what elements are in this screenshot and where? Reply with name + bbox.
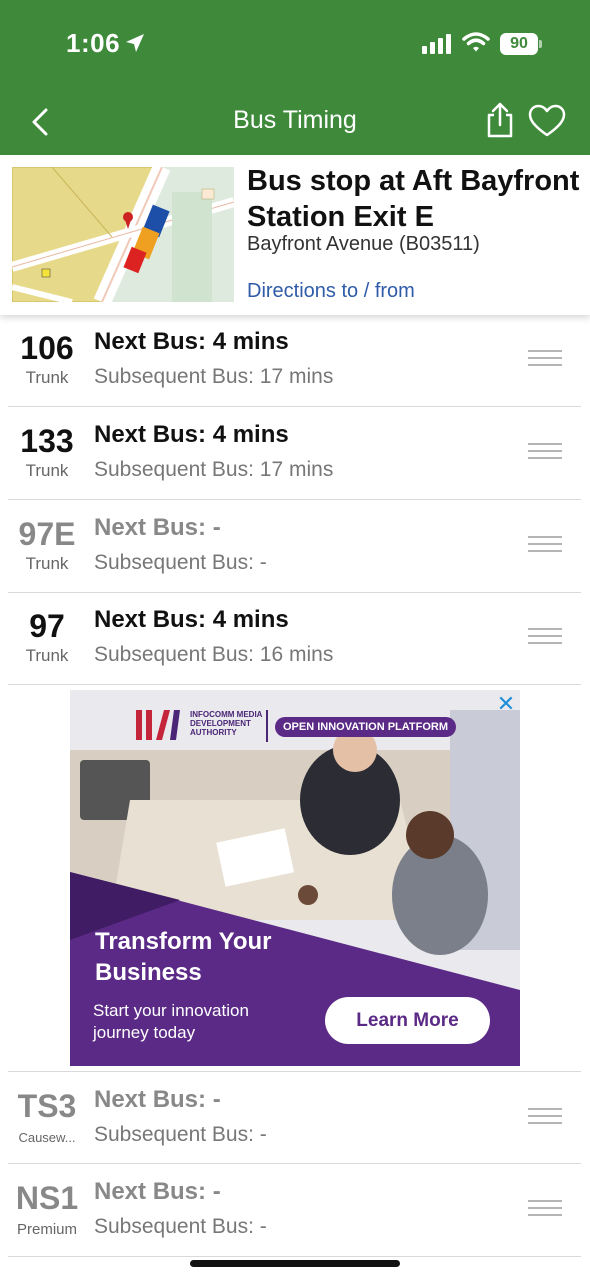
home-indicator[interactable] [190, 1260, 400, 1267]
learn-more-button[interactable]: Learn More [325, 997, 490, 1044]
next-bus-time: Next Bus: 4 mins [94, 328, 289, 355]
next-bus-time: Next Bus: - [94, 1086, 221, 1113]
battery-level: 90 [500, 33, 538, 55]
next-bus-time: Next Bus: 4 mins [94, 421, 289, 448]
drag-handle-icon[interactable] [528, 350, 562, 368]
drag-handle-icon[interactable] [528, 1108, 562, 1126]
service-number: 106 [20, 330, 74, 366]
heart-icon[interactable] [528, 104, 566, 138]
service-type: Trunk [25, 554, 69, 573]
service-row-ts3[interactable]: TS3 Causew... Next Bus: - Subsequent Bus… [8, 1071, 581, 1164]
location-arrow-icon [126, 34, 144, 52]
drag-handle-icon[interactable] [528, 1200, 562, 1218]
subsequent-bus-time: Subsequent Bus: - [94, 1215, 267, 1238]
drag-handle-icon[interactable] [528, 443, 562, 461]
wifi-icon [462, 32, 490, 52]
stop-map-thumbnail[interactable] [12, 167, 234, 302]
next-bus-time: Next Bus: - [94, 514, 221, 541]
directions-link[interactable]: Directions to / from [247, 280, 415, 303]
stop-road-code: Bayfront Avenue (B03511) [247, 233, 480, 255]
service-row-97e[interactable]: 97E Trunk Next Bus: - Subsequent Bus: - [8, 500, 581, 593]
ad-subtext: Start your innovation journey today [93, 1001, 249, 1042]
service-row-97[interactable]: 97 Trunk Next Bus: 4 mins Subsequent Bus… [8, 592, 581, 685]
close-icon[interactable]: ✕ [494, 692, 518, 716]
ad-pill-label: OPEN INNOVATION PLATFORM [275, 717, 456, 737]
service-number: 97E [18, 516, 76, 552]
drag-handle-icon[interactable] [528, 628, 562, 646]
service-number: 97 [29, 608, 65, 644]
stop-name: Bus stop at Aft Bayfront Station Exit E [247, 165, 580, 233]
next-bus-time: Next Bus: 4 mins [94, 606, 289, 633]
service-type: Trunk [25, 368, 69, 387]
share-icon[interactable] [484, 101, 516, 139]
subsequent-bus-time: Subsequent Bus: - [94, 551, 267, 574]
ad-headline: Transform Your Business [95, 928, 272, 986]
service-number: 133 [20, 423, 74, 459]
battery-icon: 90 [500, 33, 542, 55]
signal-icon [422, 34, 451, 54]
service-row-133[interactable]: 133 Trunk Next Bus: 4 mins Subsequent Bu… [8, 407, 581, 500]
service-type: Premium [16, 1221, 77, 1238]
subsequent-bus-time: Subsequent Bus: 17 mins [94, 458, 334, 481]
bus-stop-card: Bus stop at Aft Bayfront Station Exit E … [0, 155, 590, 315]
ad-logo-text: INFOCOMM MEDIA DEVELOPMENT AUTHORITY [190, 710, 263, 737]
app-header: 1:06 90 Bus Timing [0, 0, 590, 155]
drag-handle-icon[interactable] [528, 536, 562, 554]
service-row-106[interactable]: 106 Trunk Next Bus: 4 mins Subsequent Bu… [8, 314, 581, 407]
service-row-ns1[interactable]: NS1 Premium Next Bus: - Subsequent Bus: … [8, 1164, 581, 1257]
next-bus-time: Next Bus: - [94, 1178, 221, 1205]
service-number: TS3 [17, 1088, 77, 1124]
subsequent-bus-time: Subsequent Bus: 16 mins [94, 643, 334, 666]
subsequent-bus-time: Subsequent Bus: 17 mins [94, 365, 334, 388]
status-time: 1:06 [66, 28, 121, 58]
subsequent-bus-time: Subsequent Bus: - [94, 1123, 267, 1146]
ad-banner[interactable]: INFOCOMM MEDIA DEVELOPMENT AUTHORITY OPE… [70, 690, 520, 1066]
service-type: Causew... [18, 1130, 76, 1145]
ad-divider [266, 710, 268, 742]
service-type: Trunk [25, 461, 69, 480]
service-type: Trunk [25, 646, 69, 665]
service-number: NS1 [15, 1180, 79, 1216]
imda-logo-icon [136, 710, 180, 740]
